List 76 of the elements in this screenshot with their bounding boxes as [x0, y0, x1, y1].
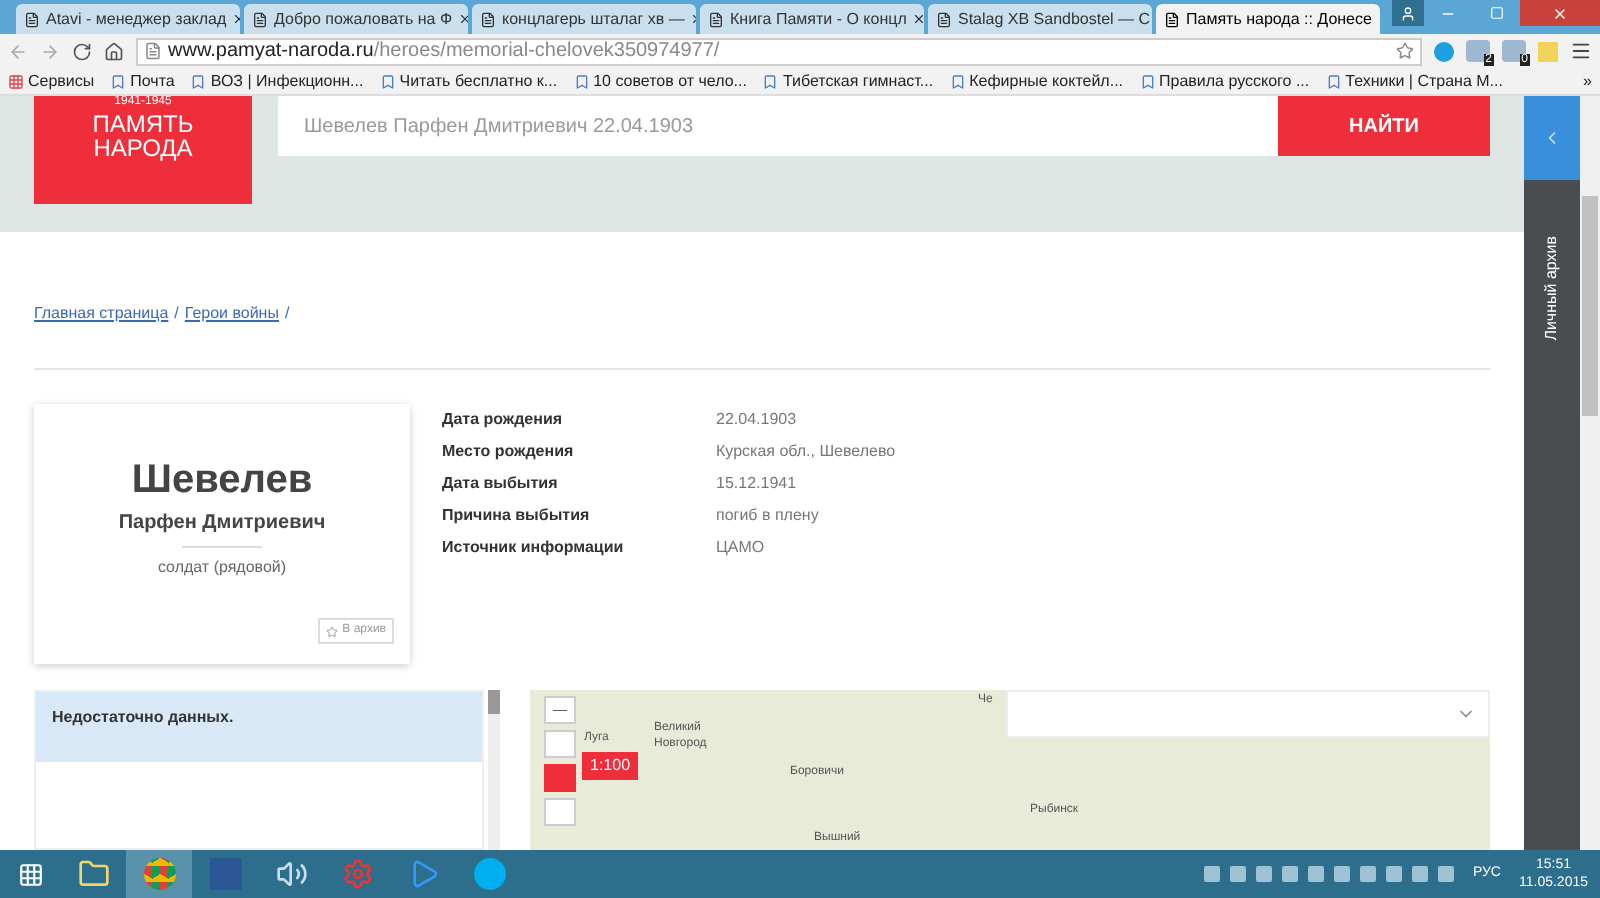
- maximize-icon: [1489, 6, 1503, 20]
- bookmark-icon: [1139, 73, 1156, 89]
- map-scale-label: 1:100: [582, 752, 639, 780]
- personal-archive-panel[interactable]: Личный архив: [1524, 180, 1580, 850]
- close-icon: [1552, 5, 1568, 21]
- search-button[interactable]: НАЙТИ: [1278, 96, 1490, 156]
- taskbar-app[interactable]: [126, 850, 192, 898]
- bookmark-icon: [573, 73, 590, 89]
- bookmark-icon: [949, 73, 966, 89]
- page-icon: [708, 11, 724, 27]
- fact-label: Дата рождения: [442, 408, 565, 432]
- bookmark-star-icon[interactable]: [1396, 42, 1414, 60]
- person-name: Парфен Дмитриевич: [118, 510, 326, 538]
- person-rank: солдат (рядовой): [157, 556, 287, 580]
- breadcrumb-link[interactable]: Главная страница: [34, 302, 169, 326]
- fact-value: ЦАМО: [716, 536, 765, 560]
- browser-tab[interactable]: Atavi - менеджер заклад: [16, 4, 240, 34]
- breadcrumb-link[interactable]: Герои войны: [184, 302, 279, 326]
- user-icon: [1400, 5, 1416, 21]
- bookmark-item[interactable]: Почта: [110, 69, 175, 93]
- url-text: www.pamyat-naroda.ru/heroes/memorial-chelovek350974977/: [168, 38, 720, 66]
- zoom-level-button[interactable]: [544, 798, 576, 826]
- person-surname: Шевелев: [131, 460, 313, 500]
- folder-icon: [77, 858, 109, 890]
- speaker-icon: [275, 858, 307, 890]
- skype-extension-icon[interactable]: [1434, 41, 1454, 61]
- bookmark-item[interactable]: Сервисы: [8, 69, 95, 93]
- zoom-level-button[interactable]: [544, 730, 576, 758]
- browser-tab[interactable]: Stalag XB Sandbostel — С: [928, 4, 1152, 34]
- fact-label: Причина выбытия: [442, 504, 592, 528]
- gear-icon: [341, 858, 373, 890]
- star-icon: [326, 625, 339, 637]
- page-icon: [1164, 11, 1180, 27]
- close-tab-icon[interactable]: [458, 12, 468, 26]
- breadcrumb-separator: /: [174, 302, 179, 326]
- back-icon[interactable]: [8, 41, 28, 61]
- browser-tab[interactable]: Память народа :: Донесе: [1156, 4, 1380, 34]
- fact-value: 22.04.1903: [716, 408, 797, 432]
- menu-icon[interactable]: [1570, 40, 1592, 62]
- windows-icon: [17, 861, 43, 887]
- page-icon: [24, 11, 40, 27]
- bookmark-icon: [110, 73, 127, 89]
- fact-value: 15.12.1941: [716, 472, 797, 496]
- browser-tab[interactable]: Книга Памяти - О концл: [700, 4, 924, 34]
- more-bookmarks-button[interactable]: »: [1583, 69, 1592, 93]
- bookmark-label: Сервисы: [28, 69, 95, 93]
- bookmark-icon: [190, 73, 207, 89]
- fact-label: Место рождения: [442, 440, 576, 464]
- fact-value: погиб в плену: [716, 504, 819, 528]
- close-button[interactable]: [1520, 0, 1600, 26]
- chat-app-icon: [473, 858, 505, 890]
- browser-icon: [143, 858, 175, 890]
- grid-icon: [8, 73, 24, 89]
- breadcrumb-separator: /: [284, 302, 290, 326]
- address-bar[interactable]: www.pamyat-naroda.ru/heroes/memorial-chelovek350974977/: [136, 37, 1422, 65]
- notice-message: Недостаточно данных.: [36, 692, 482, 762]
- page-icon: [144, 42, 162, 60]
- zoom-slider-marker[interactable]: [544, 764, 576, 792]
- bookmark-icon: [1325, 73, 1342, 89]
- close-tab-icon[interactable]: [912, 12, 924, 26]
- forward-icon[interactable]: [40, 41, 60, 61]
- bookmark-icon: [379, 73, 396, 89]
- play-icon: [407, 858, 439, 890]
- fact-value: Курская обл., Шевелево: [716, 440, 896, 464]
- browser-tab[interactable]: концлагерь шталаг хв —: [472, 4, 696, 34]
- page-icon: [480, 11, 496, 27]
- page-icon: [936, 11, 952, 27]
- user-button[interactable]: [1392, 0, 1424, 26]
- bookmark-label: Почта: [130, 69, 175, 93]
- bookmark-icon: [762, 73, 779, 89]
- home-icon[interactable]: [104, 41, 124, 61]
- fact-label: Дата выбытия: [442, 472, 560, 496]
- browser-tab[interactable]: Добро пожаловать на Ф: [244, 4, 468, 34]
- page-icon: [252, 11, 268, 27]
- reload-icon[interactable]: [72, 41, 92, 61]
- fact-label: Источник информации: [442, 536, 626, 560]
